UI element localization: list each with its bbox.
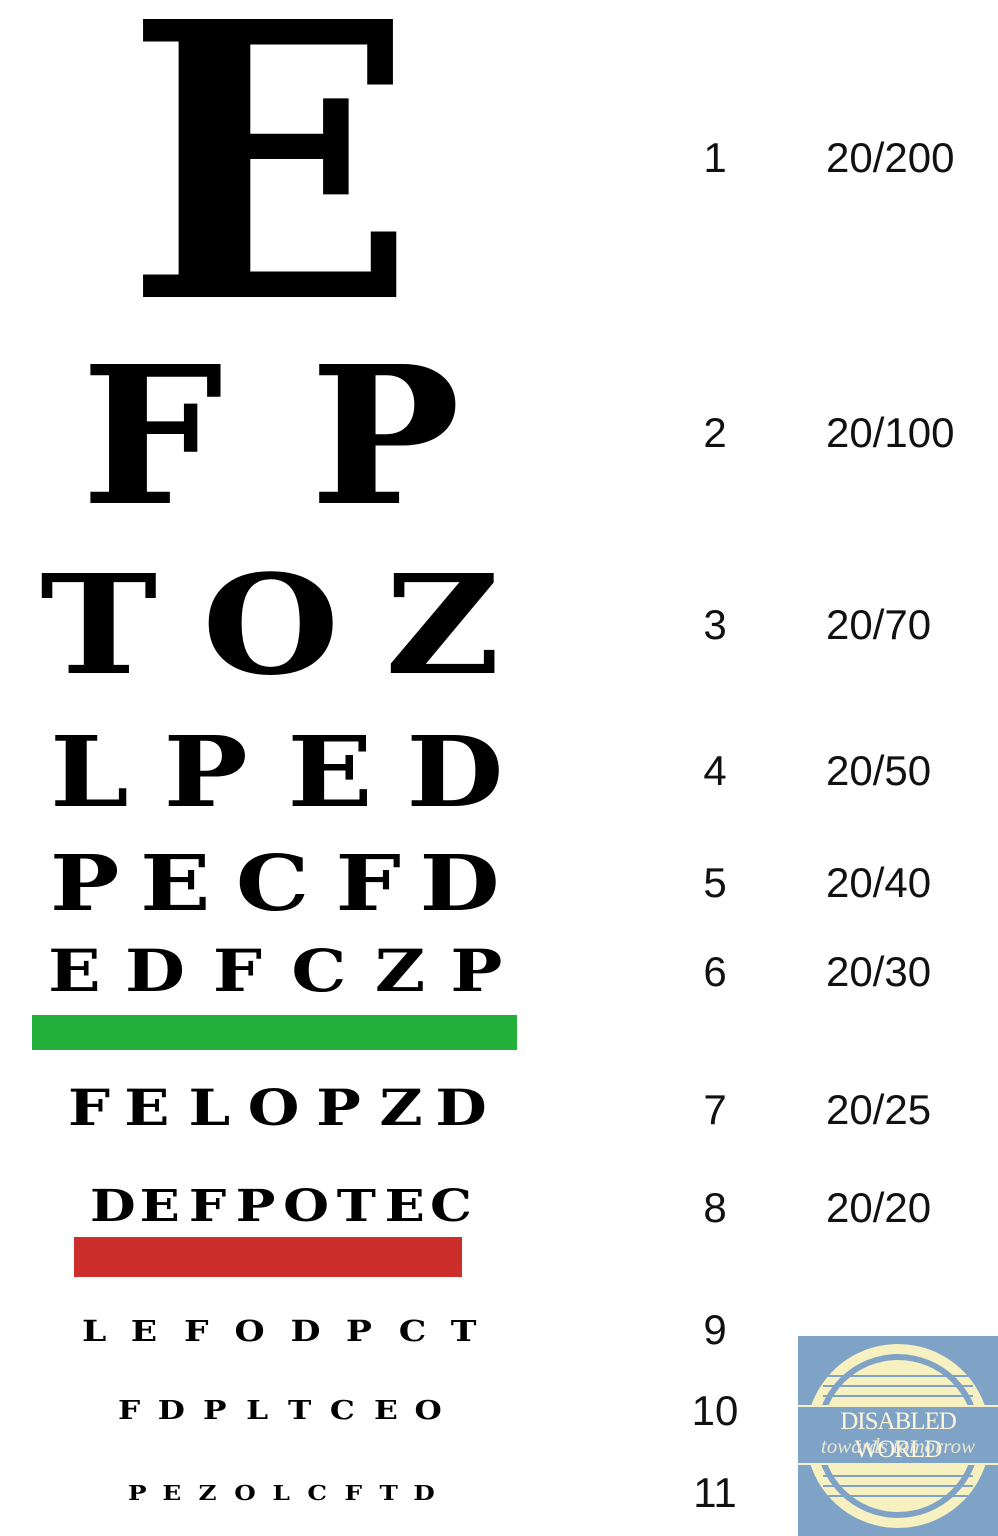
logo-tagline: towards tomorrow [820, 1434, 976, 1458]
chart-row-10: FDPLTCEO [118, 1398, 442, 1424]
acuity-label: 20/50 [826, 747, 932, 794]
chart-row-11: PEZOLCFTD [128, 1480, 435, 1505]
line-number: 8 [703, 1184, 727, 1231]
chart-letter: D [290, 1313, 321, 1348]
chart-letter: F [188, 1180, 227, 1232]
red-line-marker [74, 1237, 462, 1277]
chart-letter: C [235, 839, 310, 929]
chart-letter: O [414, 1395, 442, 1426]
chart-letter: P [128, 1480, 147, 1505]
chart-letter: L [50, 714, 129, 829]
green-line-marker [32, 1015, 517, 1050]
line-number: 5 [703, 859, 727, 906]
chart-letter: L [188, 1079, 230, 1138]
acuity-label: 20/100 [826, 409, 955, 456]
chart-letter: F [335, 839, 401, 929]
line-number: 11 [693, 1469, 737, 1516]
chart-letter: E [125, 0, 416, 388]
chart-letter: L [246, 1395, 269, 1426]
chart-letter: E [374, 1395, 399, 1426]
chart-row-1: E [125, 0, 416, 355]
chart-letter: C [307, 1480, 328, 1505]
chart-letter: P [203, 1395, 227, 1426]
acuity-label: 20/70 [826, 601, 932, 648]
chart-row-4: LPED [50, 714, 503, 829]
acuity-label: 20/200 [826, 134, 955, 181]
acuity-label: 20/20 [826, 1184, 932, 1231]
chart-row-2: FP [81, 341, 460, 532]
chart-letter: Z [198, 1480, 217, 1505]
line-number: 10 [691, 1387, 739, 1434]
chart-letter: E [139, 839, 211, 929]
chart-letter: Z [384, 544, 500, 706]
chart-letter: F [344, 1480, 363, 1505]
chart-letter: T [379, 1480, 399, 1505]
chart-row-8: DEFPOTEC [90, 1180, 472, 1232]
disabled-world-logo: DISABLED WORLD towards tomorrow [798, 1336, 998, 1536]
chart-letter: E [287, 714, 374, 829]
line-number: 1 [703, 134, 727, 181]
chart-letter: F [81, 323, 224, 548]
line-number: 7 [703, 1086, 727, 1133]
chart-row-5: PECFD [50, 846, 500, 923]
chart-letter: C [330, 1395, 356, 1426]
chart-letter: P [449, 937, 502, 1006]
chart-letter: O [233, 1480, 256, 1505]
chart-letter: P [346, 1313, 373, 1348]
chart-row-9: LEFODPCT [82, 1313, 476, 1348]
chart-letter: D [435, 1079, 487, 1138]
chart-letter: P [163, 714, 249, 829]
chart-row-3: TOZ [40, 557, 500, 694]
chart-letter: E [48, 937, 101, 1006]
chart-letter: P [309, 323, 460, 548]
chart-letter: C [398, 1313, 427, 1348]
chart-letter: L [82, 1313, 107, 1348]
chart-letter: P [50, 839, 120, 929]
chart-letter: C [290, 937, 346, 1006]
chart-letter: T [40, 544, 158, 706]
chart-letter: P [316, 1079, 361, 1138]
line-number: 2 [703, 409, 727, 456]
chart-letter: O [202, 544, 340, 706]
chart-letter: D [405, 714, 503, 829]
acuity-label: 20/25 [826, 1086, 932, 1133]
chart-letter: E [384, 1180, 426, 1232]
chart-letter: F [68, 1079, 111, 1138]
chart-letter: D [413, 1480, 435, 1505]
line-number: 6 [703, 948, 727, 995]
line-number: 9 [703, 1306, 727, 1353]
chart-letter: O [247, 1079, 300, 1138]
chart-row-6: EDFCZP [48, 943, 502, 1001]
chart-letter: E [130, 1313, 158, 1348]
chart-letter: T [337, 1180, 377, 1232]
chart-letter: T [450, 1313, 476, 1348]
line-number: 3 [703, 601, 727, 648]
chart-letter: E [124, 1079, 170, 1138]
chart-letter: D [124, 937, 185, 1006]
chart-letter: E [162, 1480, 182, 1505]
chart-letter: O [282, 1180, 329, 1232]
acuity-label: 20/40 [826, 859, 932, 906]
chart-row-7: FELOPZD [68, 1079, 487, 1138]
chart-letter: D [157, 1395, 185, 1426]
chart-letter: T [287, 1395, 312, 1426]
chart-letter: C [430, 1180, 472, 1232]
line-number: 4 [703, 747, 727, 794]
chart-letter: Z [374, 937, 426, 1006]
chart-letter: F [183, 1313, 209, 1348]
chart-letter: P [235, 1180, 275, 1232]
chart-letter: D [420, 839, 500, 929]
chart-letter: L [272, 1480, 291, 1505]
acuity-label: 20/30 [826, 948, 932, 995]
chart-letter: D [90, 1180, 136, 1232]
chart-letter: F [212, 937, 263, 1006]
chart-letter: F [118, 1395, 141, 1426]
chart-letter: Z [379, 1079, 423, 1138]
chart-letter: E [139, 1180, 181, 1232]
chart-letter: O [234, 1313, 265, 1348]
